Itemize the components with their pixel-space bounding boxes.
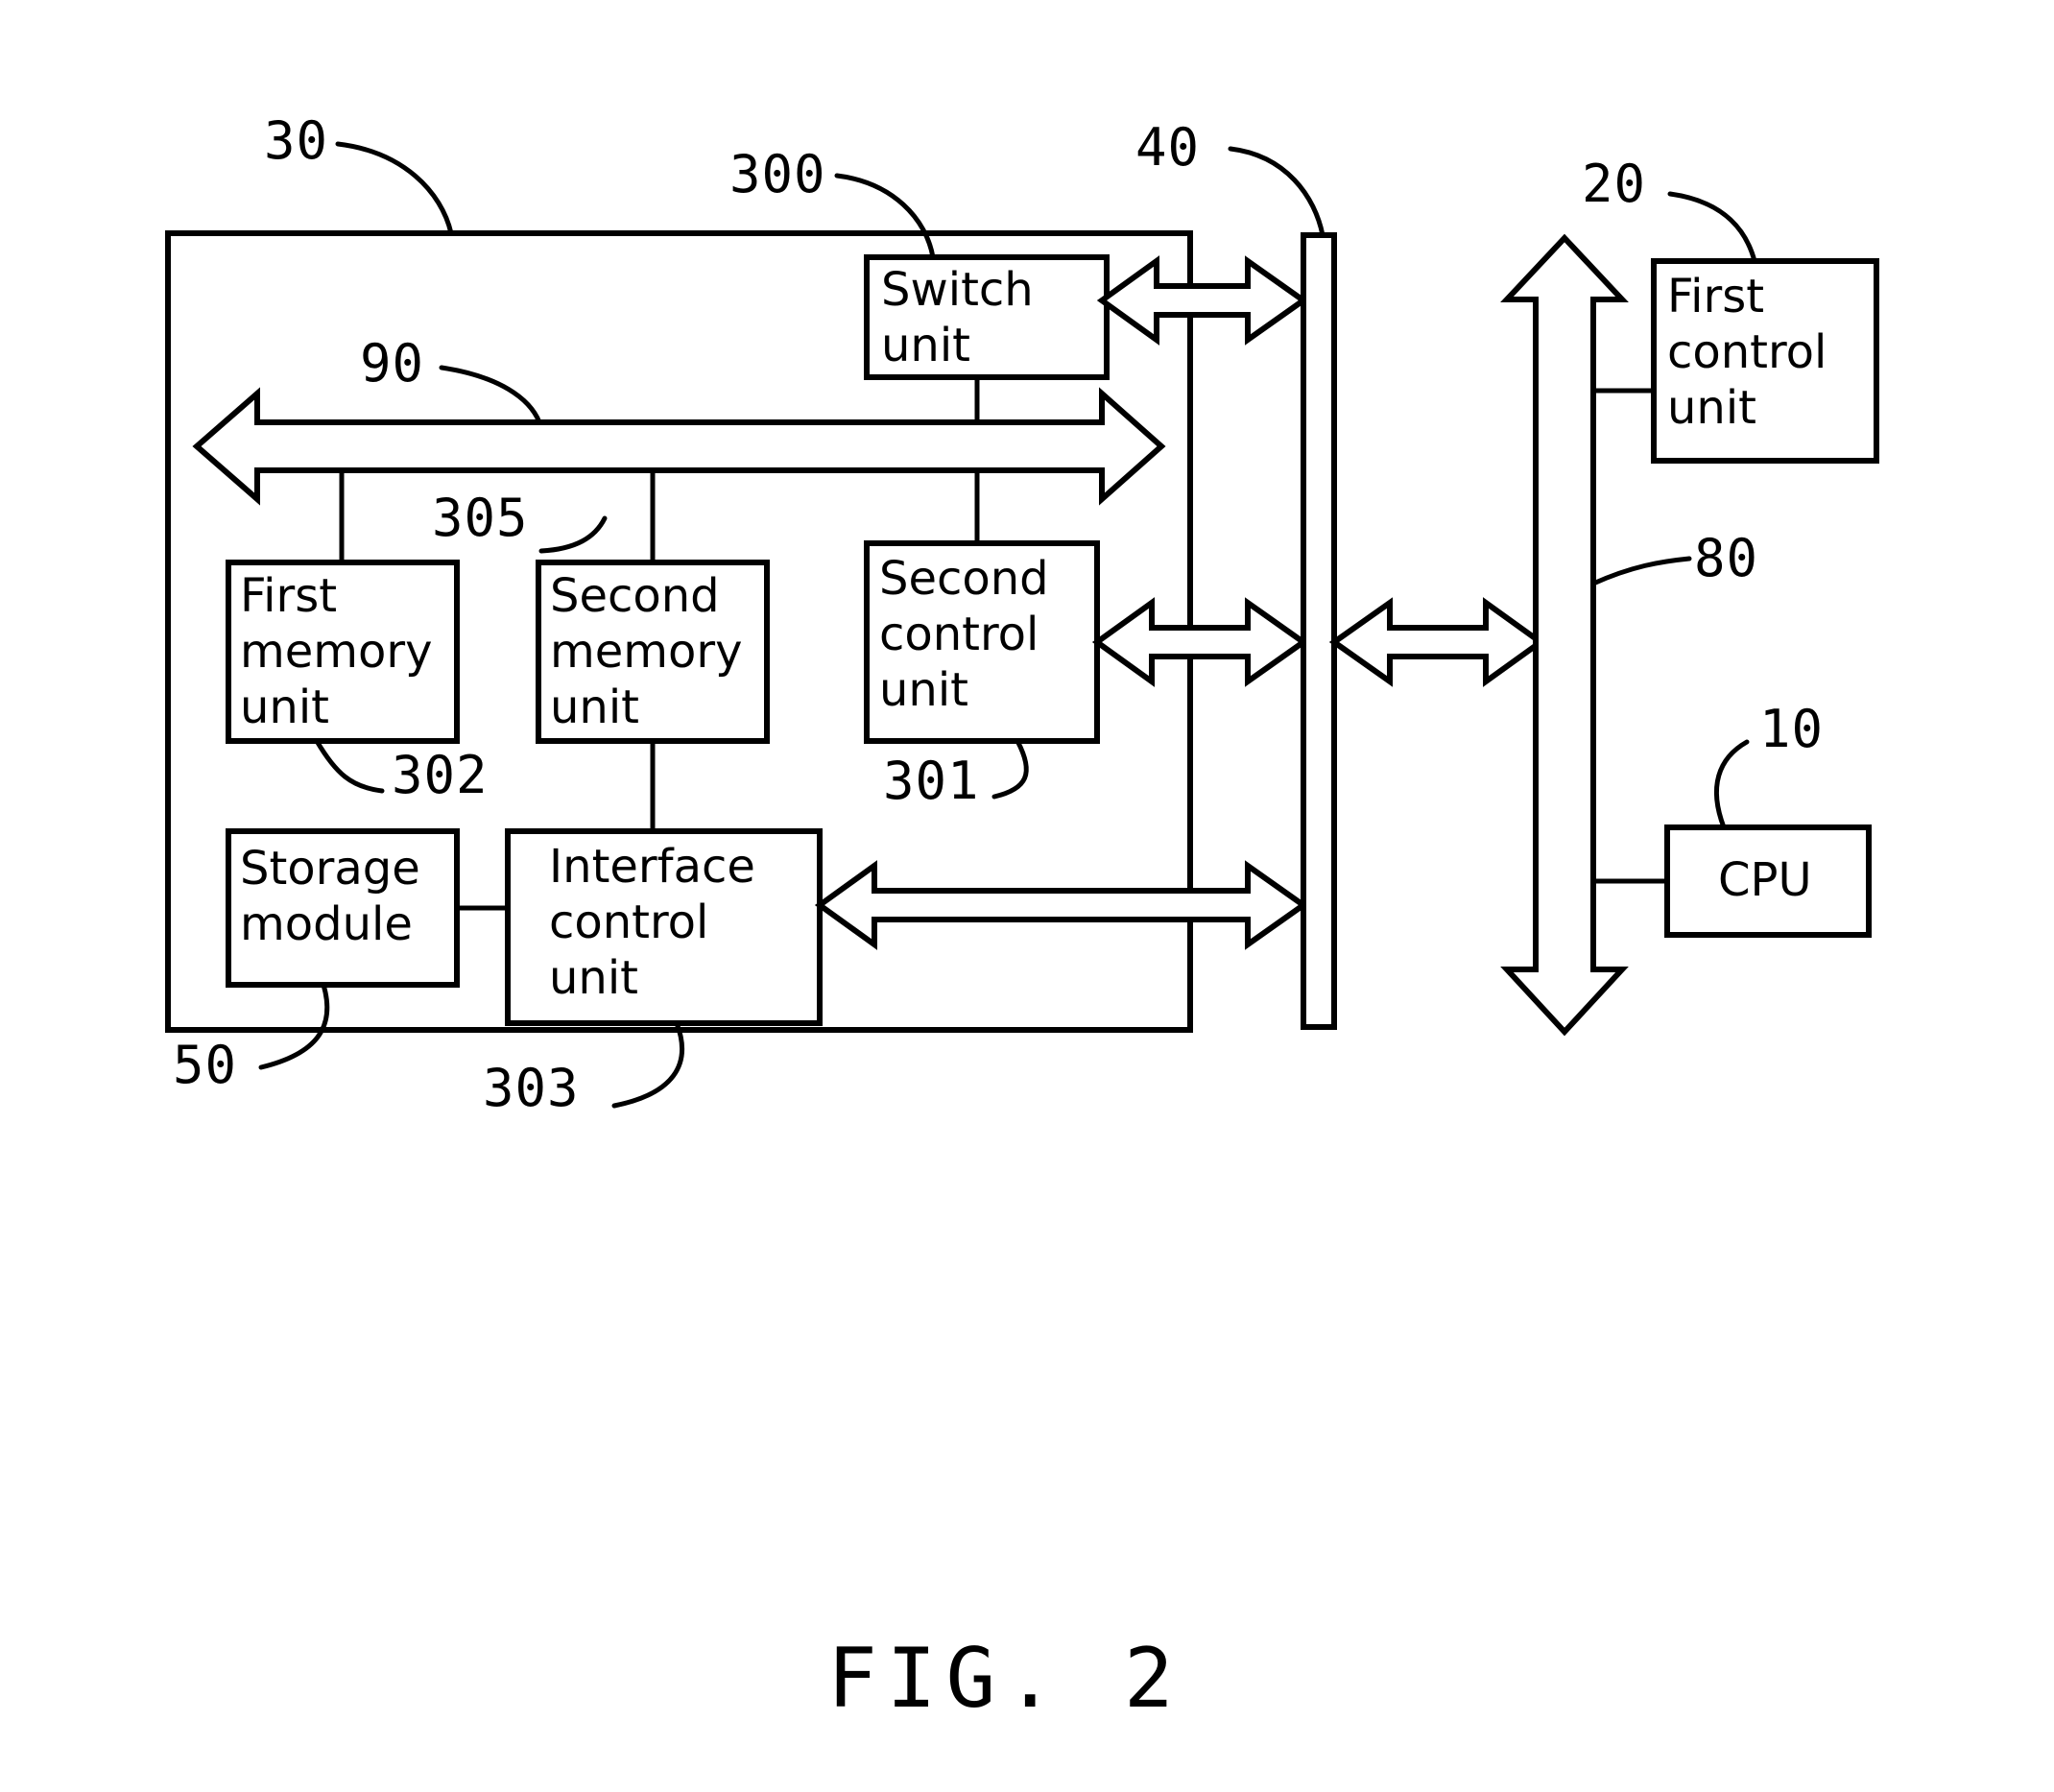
first-control-unit-label-line1: First	[1667, 270, 1764, 323]
second-memory-unit-label-line3: unit	[550, 681, 639, 734]
cpu-label: CPU	[1718, 853, 1812, 907]
ref-301: 301	[883, 751, 980, 811]
interface-control-unit-label-line1: Interface	[549, 840, 755, 894]
ref-20: 20	[1582, 154, 1646, 214]
leader-303	[611, 1020, 685, 1109]
first-memory-unit-label-line2: memory	[240, 625, 433, 679]
second-control-unit-label-line3: unit	[879, 663, 968, 717]
leader-20	[1667, 191, 1757, 264]
ref-90: 90	[360, 333, 424, 394]
ref-300: 300	[729, 144, 826, 204]
ref-305: 305	[432, 488, 529, 548]
ref-80: 80	[1694, 528, 1758, 588]
ref-302: 302	[392, 745, 489, 805]
ref-10: 10	[1759, 699, 1824, 759]
ref-50: 50	[173, 1035, 237, 1095]
second-control-unit-label-line1: Second	[879, 552, 1049, 606]
first-control-unit-label-line2: control	[1667, 325, 1827, 379]
bar-to-external-bus-arrow	[1328, 597, 1546, 687]
patent-figure: Switch unit First memory unit Second mem…	[0, 0, 2054, 1792]
first-control-unit-label-line3: unit	[1667, 381, 1756, 435]
second-control-unit-label-line2: control	[879, 608, 1039, 661]
leader-30	[335, 141, 454, 236]
leader-40	[1228, 146, 1326, 238]
first-memory-unit-label-line1: First	[240, 569, 337, 623]
storage-module-label-line1: Storage	[240, 842, 420, 896]
ref-303: 303	[483, 1058, 580, 1118]
ref-40: 40	[1135, 117, 1200, 178]
second-memory-unit-label-line1: Second	[550, 569, 720, 623]
ref-30: 30	[264, 110, 328, 171]
interface-control-unit-label-line3: unit	[549, 951, 638, 1005]
connector-bar-40	[1301, 232, 1337, 1030]
diagram-canvas: Switch unit First memory unit Second mem…	[165, 110, 1879, 1727]
first-memory-unit-label-line3: unit	[240, 681, 329, 734]
storage-module-label-line2: module	[240, 897, 413, 951]
figure-caption: FIG. 2	[827, 1631, 1183, 1727]
second-memory-unit-label-line2: memory	[550, 625, 743, 679]
leader-10	[1714, 739, 1750, 830]
switch-unit-label-line1: Switch	[881, 263, 1034, 317]
leader-80	[1590, 556, 1692, 586]
switch-unit-label-line2: unit	[881, 319, 970, 372]
interface-control-unit-label-line2: control	[549, 896, 708, 949]
